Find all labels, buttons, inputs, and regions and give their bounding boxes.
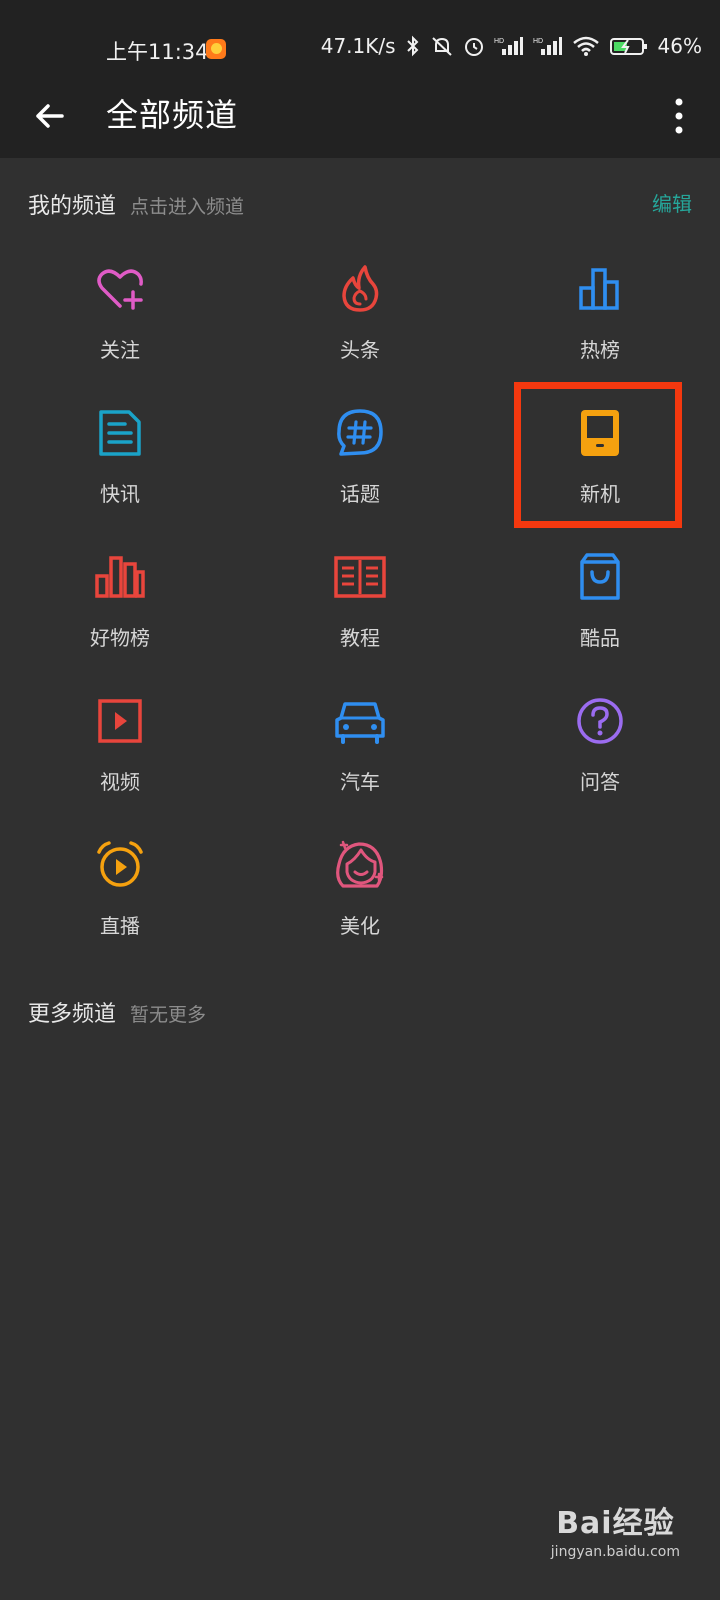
- channel-good-items-ranking[interactable]: 好物榜: [0, 550, 240, 694]
- hashtag-bubble-icon: [337, 409, 383, 456]
- my-channels-title: 我的频道: [28, 194, 117, 219]
- more-channels-header: 更多频道 暂无更多: [28, 996, 206, 1028]
- mute-icon: [431, 37, 452, 56]
- svg-text:HD: HD: [494, 38, 504, 45]
- channel-headlines[interactable]: 头条: [240, 262, 480, 406]
- more-channels-title: 更多频道: [28, 1002, 117, 1027]
- more-options-icon[interactable]: [672, 96, 686, 136]
- channel-cool-products[interactable]: 酷品: [480, 550, 720, 694]
- bar-chart-icon: [579, 268, 619, 310]
- channel-topics[interactable]: 话题: [240, 406, 480, 550]
- channel-label: 教程: [340, 626, 380, 650]
- bluetooth-icon: [406, 35, 418, 57]
- network-speed: 47.1K/s: [320, 34, 396, 58]
- girl-face-icon: [336, 840, 384, 888]
- shopping-bag-icon: [580, 553, 620, 600]
- channel-label: 话题: [340, 482, 380, 506]
- watermark-url: jingyan.baidu.com: [550, 1544, 680, 1560]
- my-channels-hint: 点击进入频道: [130, 196, 245, 218]
- live-alarm-icon: [97, 841, 143, 887]
- channel-label: 美化: [340, 914, 380, 938]
- channel-label: 好物榜: [90, 626, 150, 650]
- watermark: Bai经验 jingyan.baidu.com: [551, 1498, 680, 1560]
- question-circle-icon: [577, 698, 623, 744]
- channel-label: 关注: [100, 338, 140, 362]
- play-square-icon: [98, 699, 142, 743]
- channel-label: 快讯: [100, 482, 140, 506]
- battery-charging-icon: [609, 38, 647, 55]
- heart-plus-icon: [97, 269, 143, 310]
- channel-label: 酷品: [580, 626, 620, 650]
- status-icons: 47.1K/s HD HD 46%: [321, 34, 702, 58]
- battery-percent: 46%: [657, 34, 702, 58]
- channel-video[interactable]: 视频: [0, 694, 240, 838]
- document-icon: [99, 410, 141, 456]
- ranking-bars-icon: [95, 556, 145, 598]
- channel-beautify[interactable]: 美化: [240, 838, 480, 982]
- watermark-logo: Bai经验: [556, 1506, 675, 1541]
- app-notification-icon: [206, 39, 226, 59]
- channel-qa[interactable]: 问答: [480, 694, 720, 838]
- page-title: 全部频道: [106, 96, 239, 134]
- app-bar: 全部频道: [0, 76, 720, 158]
- edit-button[interactable]: 编辑: [652, 188, 692, 217]
- back-arrow-icon[interactable]: [28, 94, 72, 138]
- channel-label: 视频: [100, 770, 140, 794]
- channel-label: 热榜: [580, 338, 620, 362]
- wifi-icon: [572, 36, 599, 56]
- signal-hd-icon-2: HD: [533, 37, 562, 55]
- channel-label: 直播: [100, 914, 140, 938]
- my-channels-header: 我的频道 点击进入频道: [28, 188, 244, 220]
- channel-tutorials[interactable]: 教程: [240, 550, 480, 694]
- channel-cars[interactable]: 汽车: [240, 694, 480, 838]
- signal-hd-icon: HD: [494, 37, 523, 55]
- channel-live[interactable]: 直播: [0, 838, 240, 982]
- channel-follow[interactable]: 关注: [0, 262, 240, 406]
- flame-icon: [342, 265, 379, 312]
- more-channels-hint: 暂无更多: [130, 1004, 207, 1026]
- alarm-icon: [464, 38, 483, 56]
- channel-label: 问答: [580, 770, 620, 794]
- highlight-box: [514, 382, 682, 528]
- car-icon: [335, 702, 385, 744]
- book-icon: [334, 556, 386, 598]
- channel-news-flash[interactable]: 快讯: [0, 406, 240, 550]
- status-time: 上午11:34: [106, 40, 209, 64]
- channel-label: 汽车: [340, 770, 380, 794]
- channel-label: 头条: [340, 338, 380, 362]
- svg-text:HD: HD: [533, 38, 543, 45]
